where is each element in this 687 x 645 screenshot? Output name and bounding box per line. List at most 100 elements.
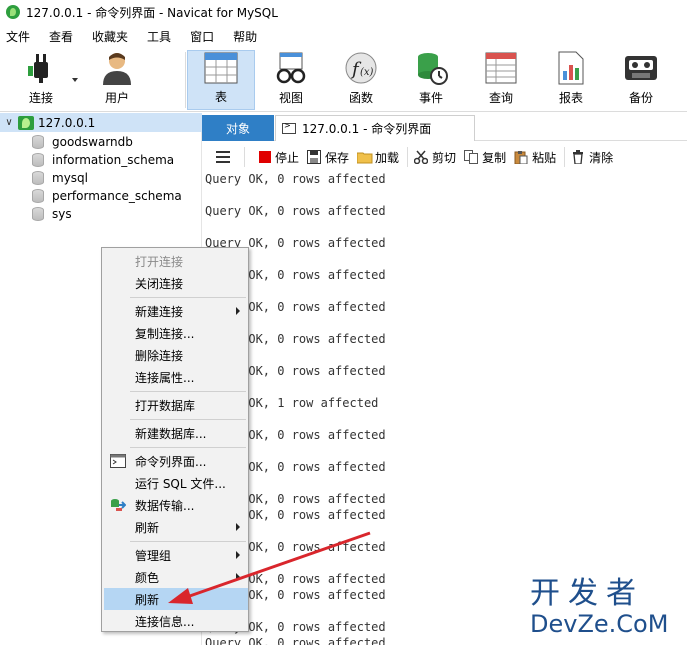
plug-icon bbox=[23, 51, 59, 85]
user-button[interactable]: 用户 bbox=[90, 50, 144, 110]
tree-db-item[interactable]: information_schema bbox=[32, 151, 174, 169]
menu-item-label: 新建数据库... bbox=[135, 426, 207, 441]
report-button[interactable]: 报表 bbox=[542, 50, 600, 110]
menu-window[interactable]: 窗口 bbox=[184, 28, 227, 45]
console-line: Query OK, 0 rows affected bbox=[205, 172, 386, 186]
table-button[interactable]: 表 bbox=[187, 50, 255, 110]
database-icon bbox=[32, 189, 44, 203]
database-icon bbox=[32, 153, 44, 167]
menu-item-refresh[interactable]: 刷新 bbox=[104, 588, 248, 610]
terminal-icon bbox=[282, 121, 296, 134]
report-icon bbox=[553, 51, 589, 85]
menu-tools[interactable]: 工具 bbox=[141, 28, 184, 45]
backup-button[interactable]: 备份 bbox=[612, 50, 670, 110]
menu-file[interactable]: 文件 bbox=[0, 28, 43, 45]
menu-item-data-transfer[interactable]: 数据传输... bbox=[104, 494, 248, 516]
menu-item-delete-connection[interactable]: 删除连接 bbox=[104, 344, 248, 366]
menu-item-run-sql-file[interactable]: 运行 SQL 文件... bbox=[104, 472, 248, 494]
clear-button[interactable]: 清除 bbox=[571, 146, 613, 168]
menu-help[interactable]: 帮助 bbox=[227, 28, 270, 45]
menu-item-label: 刷新 bbox=[135, 592, 160, 607]
menu-item-connection-properties[interactable]: 连接属性... bbox=[104, 366, 248, 388]
menu-item-label: 管理组 bbox=[135, 548, 172, 563]
copy-button[interactable]: 复制 bbox=[464, 146, 506, 168]
save-label: 保存 bbox=[325, 150, 350, 165]
cut-button[interactable]: 剪切 bbox=[413, 146, 457, 168]
menu-divider bbox=[130, 297, 246, 298]
function-button[interactable]: f (x) 函数 bbox=[332, 50, 390, 110]
menu-item-label: 打开连接 bbox=[135, 254, 184, 269]
menu-item-label: 打开数据库 bbox=[135, 398, 196, 413]
table-label: 表 bbox=[214, 90, 227, 104]
trash-icon bbox=[571, 150, 585, 165]
connect-label: 连接 bbox=[28, 91, 53, 105]
stop-button[interactable]: 停止 bbox=[259, 146, 299, 168]
query-button[interactable]: 查询 bbox=[472, 50, 530, 110]
tab-command-line[interactable]: 127.0.0.1 - 命令列界面 bbox=[275, 115, 475, 141]
menu-item-new-connection[interactable]: 新建连接 bbox=[104, 300, 248, 322]
user-label: 用户 bbox=[104, 91, 129, 105]
cut-label: 剪切 bbox=[432, 150, 457, 165]
menu-item-connection-info[interactable]: 连接信息... bbox=[104, 610, 248, 632]
mysql-connection-icon bbox=[18, 115, 34, 130]
database-name: information_schema bbox=[52, 153, 175, 167]
menu-item-label: 运行 SQL 文件... bbox=[135, 476, 226, 491]
toolbar-divider bbox=[407, 147, 409, 167]
view-button[interactable]: 视图 bbox=[262, 50, 320, 110]
database-icon bbox=[32, 171, 44, 185]
menu-item-duplicate-connection[interactable]: 复制连接... bbox=[104, 322, 248, 344]
menu-item-refresh-submenu[interactable]: 刷新 bbox=[104, 516, 248, 538]
tab-command-label: 127.0.0.1 - 命令列界面 bbox=[302, 122, 432, 136]
event-button[interactable]: 事件 bbox=[402, 50, 460, 110]
menu-favorites[interactable]: 收藏夹 bbox=[86, 28, 141, 45]
backup-icon bbox=[623, 51, 659, 85]
tree-db-item[interactable]: mysql bbox=[32, 169, 88, 187]
menu-item-close-connection[interactable]: 关闭连接 bbox=[104, 272, 248, 294]
menu-item-open-database[interactable]: 打开数据库 bbox=[104, 394, 248, 416]
query-icon bbox=[483, 51, 519, 85]
connection-name: 127.0.0.1 bbox=[38, 115, 96, 130]
navicat-logo-icon bbox=[6, 5, 20, 19]
tab-objects[interactable]: 对象 bbox=[202, 115, 274, 141]
terminal-icon bbox=[110, 454, 126, 468]
menu-item-color[interactable]: 颜色 bbox=[104, 566, 248, 588]
menu-item-command-line[interactable]: 命令列界面... bbox=[104, 450, 248, 472]
connect-button[interactable]: 连接 bbox=[14, 50, 68, 110]
tree-db-item[interactable]: sys bbox=[32, 205, 72, 223]
report-label: 报表 bbox=[558, 91, 583, 105]
database-name: mysql bbox=[52, 171, 88, 185]
menu-divider bbox=[130, 541, 246, 542]
menu-item-label: 数据传输... bbox=[135, 498, 195, 513]
menu-item-open-connection[interactable]: 打开连接 bbox=[104, 250, 248, 272]
toolbar-divider bbox=[185, 52, 186, 108]
toolbar-divider bbox=[244, 147, 245, 167]
scissors-icon bbox=[413, 150, 429, 165]
chevron-down-icon[interactable] bbox=[72, 78, 78, 82]
view-glasses-icon bbox=[273, 51, 309, 85]
tree-db-item[interactable]: goodswarndb bbox=[32, 133, 133, 151]
load-button[interactable]: 加载 bbox=[356, 146, 400, 168]
clear-label: 清除 bbox=[589, 150, 614, 165]
menu-item-label: 刷新 bbox=[135, 520, 160, 535]
menu-divider bbox=[130, 391, 246, 392]
chevron-right-icon bbox=[236, 307, 240, 315]
load-label: 加载 bbox=[375, 150, 400, 165]
menu-item-manage-group[interactable]: 管理组 bbox=[104, 544, 248, 566]
paste-button[interactable]: 粘贴 bbox=[514, 146, 556, 168]
tree-connection-node[interactable]: ∨ 127.0.0.1 bbox=[0, 113, 202, 132]
window-title: 127.0.0.1 - 命令列界面 - Navicat for MySQL bbox=[26, 5, 278, 20]
tree-db-item[interactable]: performance_schema bbox=[32, 187, 182, 205]
chevron-down-icon[interactable]: ∨ bbox=[2, 117, 16, 128]
folder-icon bbox=[356, 150, 373, 164]
console-output[interactable]: Query OK, 0 rows affected Query OK, 0 ro… bbox=[202, 172, 687, 645]
save-button[interactable]: 保存 bbox=[307, 146, 349, 168]
menu-view[interactable]: 查看 bbox=[43, 28, 86, 45]
menu-item-label: 新建连接 bbox=[135, 304, 184, 319]
database-icon bbox=[32, 207, 44, 221]
main-toolbar: 连接 用户 表 视图 f (x) 函数 事件 查询 报表 备份 bbox=[0, 48, 687, 112]
menu-item-new-database[interactable]: 新建数据库... bbox=[104, 422, 248, 444]
chevron-right-icon bbox=[236, 523, 240, 531]
query-label: 查询 bbox=[488, 91, 513, 105]
chevron-right-icon bbox=[236, 573, 240, 581]
menu-icon[interactable] bbox=[216, 151, 230, 163]
